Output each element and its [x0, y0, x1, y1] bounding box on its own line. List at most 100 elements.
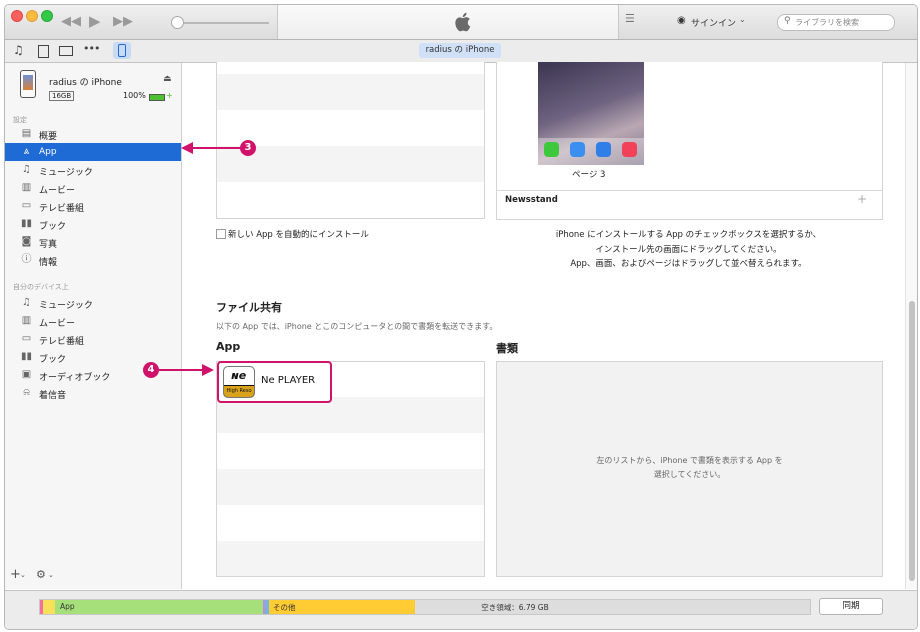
expand-plus-icon[interactable]: +	[857, 192, 867, 206]
sidebar-item-device-music[interactable]: ♫ ミュージック	[5, 294, 181, 312]
signin-button[interactable]: サインイン	[691, 16, 736, 29]
music-note-icon: ♫	[22, 297, 31, 308]
audiobook-icon: ▣	[21, 369, 32, 380]
settings-header: 設定	[13, 116, 27, 124]
sidebar-item-tv[interactable]: ▭ テレビ番組	[5, 197, 181, 215]
rewind-icon[interactable]: ◀◀	[61, 14, 81, 29]
media-toolbar: ♫ ••• radius の iPhone	[5, 40, 917, 63]
sidebar-item-label: ムービー	[39, 319, 76, 329]
auto-install-checkbox[interactable]	[216, 229, 226, 239]
sidebar-item-music[interactable]: ♫ ミュージック	[5, 161, 181, 179]
content-scrollbar[interactable]	[905, 63, 917, 589]
volume-slider[interactable]	[177, 22, 269, 24]
title-bar: ◀◀ ▶ ▶▶ ☰ ◉ サインイン ⌄ ⚲ ライブラリを検索	[5, 5, 917, 40]
search-placeholder: ライブラリを検索	[795, 18, 859, 27]
more-icon[interactable]: •••	[83, 42, 100, 55]
tv-icon: ▭	[21, 200, 32, 211]
film-icon: ▥	[21, 315, 32, 326]
sidebar-item-books[interactable]: ▮▮ ブック	[5, 215, 181, 233]
sidebar-item-device-tv[interactable]: ▭ テレビ番組	[5, 330, 181, 348]
sidebar-item-label: 写真	[39, 240, 58, 250]
charging-icon: +	[166, 91, 173, 100]
callout-arrow-line	[190, 147, 242, 149]
play-icon[interactable]: ▶	[89, 12, 101, 30]
sidebar-item-label: App	[39, 147, 57, 157]
instruction-line: iPhone にインストールする App のチェックボックスを選択するか、	[555, 230, 822, 240]
sidebar-item-photos[interactable]: ◙ 写真	[5, 233, 181, 251]
sidebar-item-label: ムービー	[39, 186, 76, 196]
home-screen-page-3[interactable]	[538, 62, 644, 165]
sidebar-item-summary[interactable]: ▤ 概要	[5, 125, 181, 143]
divider	[497, 190, 882, 191]
auto-install-label: 新しい App を自動的にインストール	[228, 230, 369, 240]
music-library-icon[interactable]: ♫	[13, 43, 24, 57]
tv-icon: ▭	[21, 333, 32, 344]
sync-button-label: 同期	[842, 601, 860, 611]
empty-message-line: 選択してください。	[653, 470, 726, 479]
sidebar-item-label: テレビ番組	[39, 204, 85, 214]
ne-player-row[interactable]: ɴe High Reso Ne PLAYER	[217, 361, 332, 403]
sidebar-item-label: 着信音	[39, 391, 67, 401]
sidebar-item-label: ブック	[39, 355, 67, 365]
up-next-list-icon[interactable]: ☰	[625, 12, 635, 25]
device-name: radius の iPhone	[49, 78, 122, 88]
safari-app-icon	[596, 142, 611, 157]
sync-button[interactable]: 同期	[819, 598, 883, 615]
mail-app-icon	[570, 142, 585, 157]
high-reso-badge: High Reso	[224, 386, 254, 397]
sidebar-item-device-movies[interactable]: ▥ ムービー	[5, 312, 181, 330]
gear-icon[interactable]: ⚙	[36, 568, 46, 581]
search-field[interactable]: ⚲ ライブラリを検索	[777, 14, 895, 31]
sidebar-item-label: ミュージック	[39, 301, 93, 311]
battery-icon	[149, 94, 165, 101]
battery-level	[150, 95, 164, 100]
install-instructions: iPhone にインストールする App のチェックボックスを選択するか、 イン…	[496, 228, 881, 272]
documents-column-header: 書類	[496, 342, 518, 355]
info-icon: ⓘ	[21, 254, 32, 265]
sidebar-item-app[interactable]: ⩓ App	[5, 143, 181, 161]
minimize-window-button[interactable]	[26, 10, 38, 22]
empty-message-line: 左のリストから、iPhone で書類を表示する App を	[596, 456, 783, 465]
volume-slider-knob[interactable]	[171, 16, 184, 29]
music-app-icon	[622, 142, 637, 157]
free-space-label: 空き領域：6.79 GB	[481, 603, 549, 612]
file-sharing-description: 以下の App では、iPhone とこのコンピュータとの間で書類を転送できます…	[216, 322, 498, 331]
app-name: Ne PLAYER	[261, 375, 316, 386]
device-button[interactable]	[113, 42, 131, 59]
documents-list[interactable]: 左のリストから、iPhone で書類を表示する App を 選択してください。	[496, 361, 883, 577]
chevron-down-icon[interactable]: ⌄	[739, 15, 746, 24]
sidebar-item-label: テレビ番組	[39, 337, 85, 347]
callout-badge-4: 4	[143, 362, 159, 378]
zoom-window-button[interactable]	[41, 10, 53, 22]
main-content: 新しい App を自動的にインストール ページ 3 Newsstand + iP…	[182, 62, 902, 589]
sidebar-item-label: ミュージック	[39, 168, 93, 178]
callout-arrow-line	[159, 369, 203, 371]
on-device-header: 自分のデバイス上	[13, 283, 69, 291]
device-tab-label: radius の iPhone	[425, 45, 495, 55]
iphone-device-icon	[20, 70, 36, 98]
newsstand-label: Newsstand	[505, 195, 558, 205]
sidebar-item-info[interactable]: ⓘ 情報	[5, 251, 181, 269]
list-row	[217, 469, 484, 505]
scrollbar-thumb[interactable]	[909, 301, 915, 581]
account-icon: ◉	[677, 15, 686, 26]
home-screen-panel[interactable]: ページ 3 Newsstand +	[496, 62, 883, 220]
instruction-line: App、画面、およびページはドラッグして並べ替えられます。	[570, 259, 807, 269]
chevron-down-icon[interactable]: ⌄	[20, 571, 26, 579]
close-window-button[interactable]	[11, 10, 23, 22]
callout-badge-3: 3	[240, 140, 256, 156]
fast-forward-icon[interactable]: ▶▶	[113, 14, 133, 29]
eject-icon[interactable]: ⏏	[163, 74, 172, 84]
movies-library-icon[interactable]	[38, 45, 49, 58]
sidebar-item-device-ringtones[interactable]: ⍾ 着信音	[5, 384, 181, 402]
sidebar-item-label: 情報	[39, 258, 58, 268]
app-list[interactable]	[216, 62, 485, 219]
apple-logo-icon	[455, 12, 471, 32]
device-tab[interactable]: radius の iPhone	[419, 43, 501, 58]
tv-library-icon[interactable]	[59, 46, 73, 56]
music-note-icon: ♫	[22, 164, 31, 175]
chevron-down-icon[interactable]: ⌄	[48, 571, 54, 579]
sidebar-item-movies[interactable]: ▥ ムービー	[5, 179, 181, 197]
status-display	[277, 5, 619, 39]
callout-arrow-head	[202, 364, 214, 376]
